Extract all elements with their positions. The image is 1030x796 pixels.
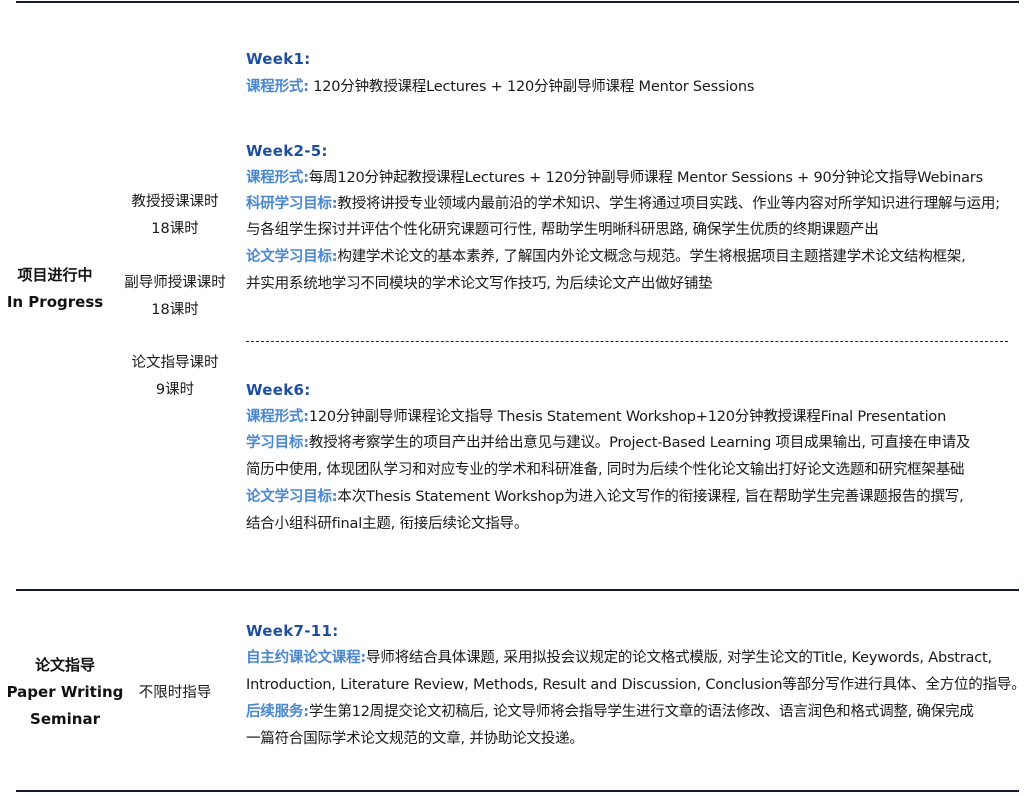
week-line: 一篇符合国际学术论文规范的文章, 并协助论文投递。 bbox=[246, 729, 584, 749]
line-text: 构建学术论文的基本素养, 了解国内外论文概念与规范。学生将根据项目主题搭建学术论… bbox=[337, 249, 966, 265]
hours-value: 18课时 bbox=[151, 221, 199, 237]
line-text: Introduction, Literature Review, Methods… bbox=[246, 677, 1026, 693]
line-label: 课程形式: bbox=[246, 170, 309, 186]
hours-label: 教授授课课时 bbox=[131, 194, 219, 210]
week-line: 与各组学生探讨并评估个性化研究课题可行性, 帮助学生明晰科研思路, 确保学生优质… bbox=[246, 220, 879, 240]
week-line: 课程形式:120分钟副导师课程论文指导 Thesis Statement Wor… bbox=[246, 407, 946, 427]
line-text: 一篇符合国际学术论文规范的文章, 并协助论文投递。 bbox=[246, 731, 584, 747]
week-line: 自主约课论文课程:导师将结合具体课题, 采用拟投会议规定的论文格式模版, 对学生… bbox=[246, 648, 992, 668]
line-text: 每周120分钟起教授课程Lectures + 120分钟副导师课程 Mentor… bbox=[308, 170, 983, 186]
line-text: 与各组学生探讨并评估个性化研究课题可行性, 帮助学生明晰科研思路, 确保学生优质… bbox=[246, 222, 879, 238]
week-title: Week1: bbox=[246, 50, 311, 68]
week-line: 后续服务:学生第12周提交论文初稿后, 论文导师将会指导学生进行文章的语法修改、… bbox=[246, 702, 974, 722]
bottom-rule bbox=[16, 790, 1019, 792]
line-text: 120分钟教授课程Lectures + 120分钟副导师课程 Mentor Se… bbox=[308, 79, 755, 95]
week-line: Introduction, Literature Review, Methods… bbox=[246, 675, 1026, 695]
phase-in-progress: 项目进行中 In Progress bbox=[0, 262, 110, 316]
week-line: 课程形式:每周120分钟起教授课程Lectures + 120分钟副导师课程 M… bbox=[246, 168, 983, 188]
week-line: 论文学习目标:构建学术论文的基本素养, 了解国内外论文概念与规范。学生将根据项目… bbox=[246, 247, 966, 267]
line-text: 导师将结合具体课题, 采用拟投会议规定的论文格式模版, 对学生论文的Title,… bbox=[366, 650, 992, 666]
hours-label: 论文指导课时 bbox=[131, 355, 219, 371]
hours-mentor: 副导师授课课时 18课时 bbox=[110, 270, 240, 324]
hours-unlimited: 不限时指导 bbox=[138, 685, 212, 701]
line-label: 课程形式: bbox=[246, 409, 309, 425]
line-label: 论文学习目标: bbox=[246, 489, 338, 505]
phase-title-cn: 项目进行中 bbox=[17, 266, 93, 284]
line-label: 论文学习目标: bbox=[246, 249, 338, 265]
line-text: 结合小组科研final主题, 衔接后续论文指导。 bbox=[246, 516, 529, 532]
top-rule bbox=[16, 1, 1019, 3]
line-text: 教授将讲授专业领域内最前沿的学术知识、学生将通过项目实践、作业等内容对所学知识进… bbox=[337, 196, 1000, 212]
line-text: 120分钟副导师课程论文指导 Thesis Statement Workshop… bbox=[308, 409, 947, 425]
phase-paper-writing: 论文指导 Paper Writing Seminar bbox=[0, 652, 130, 733]
section-divider bbox=[16, 589, 1019, 591]
line-label: 自主约课论文课程: bbox=[246, 650, 366, 666]
week-line: 课程形式: 120分钟教授课程Lectures + 120分钟副导师课程 Men… bbox=[246, 77, 754, 97]
week-line: 结合小组科研final主题, 衔接后续论文指导。 bbox=[246, 514, 528, 534]
hours-thesis: 论文指导课时 9课时 bbox=[110, 350, 240, 404]
week-title: Week2-5: bbox=[246, 142, 328, 160]
line-text: 并实用系统地学习不同模块的学术论文写作技巧, 为后续论文产出做好铺垫 bbox=[246, 276, 713, 292]
line-label: 学习目标: bbox=[246, 435, 309, 451]
hours-value: 18课时 bbox=[151, 302, 199, 318]
week-line: 论文学习目标:本次Thesis Statement Workshop为进入论文写… bbox=[246, 487, 964, 507]
dashed-divider bbox=[246, 341, 1008, 342]
week-line: 科研学习目标:教授将讲授专业领域内最前沿的学术知识、学生将通过项目实践、作业等内… bbox=[246, 194, 1000, 214]
line-label: 科研学习目标: bbox=[246, 196, 338, 212]
phase-title-en: Seminar bbox=[30, 710, 100, 728]
line-label: 课程形式: bbox=[246, 79, 309, 95]
phase-title-en: Paper Writing bbox=[6, 683, 124, 701]
phase-title-en: In Progress bbox=[6, 293, 104, 311]
line-text: 学生第12周提交论文初稿后, 论文导师将会指导学生进行文章的语法修改、语言润色和… bbox=[308, 704, 974, 720]
week-line: 并实用系统地学习不同模块的学术论文写作技巧, 为后续论文产出做好铺垫 bbox=[246, 274, 713, 294]
hours-value: 9课时 bbox=[155, 382, 195, 398]
week-line: 学习目标:教授将考察学生的项目产出并给出意见与建议。Project-Based … bbox=[246, 433, 970, 453]
week-title: Week7-11: bbox=[246, 622, 339, 640]
hours-label: 副导师授课课时 bbox=[124, 275, 226, 291]
line-label: 后续服务: bbox=[246, 704, 309, 720]
week-line: 简历中使用, 体现团队学习和对应专业的学术和科研准备, 同时为后续个性化论文输出… bbox=[246, 460, 965, 480]
line-text: 简历中使用, 体现团队学习和对应专业的学术和科研准备, 同时为后续个性化论文输出… bbox=[246, 462, 965, 478]
line-text: 教授将考察学生的项目产出并给出意见与建议。Project-Based Learn… bbox=[308, 435, 971, 451]
hours-professor: 教授授课课时 18课时 bbox=[110, 189, 240, 243]
phase-title-cn: 论文指导 bbox=[34, 656, 95, 674]
line-text: 本次Thesis Statement Workshop为进入论文写作的衔接课程,… bbox=[337, 489, 964, 505]
week-title: Week6: bbox=[246, 381, 311, 399]
